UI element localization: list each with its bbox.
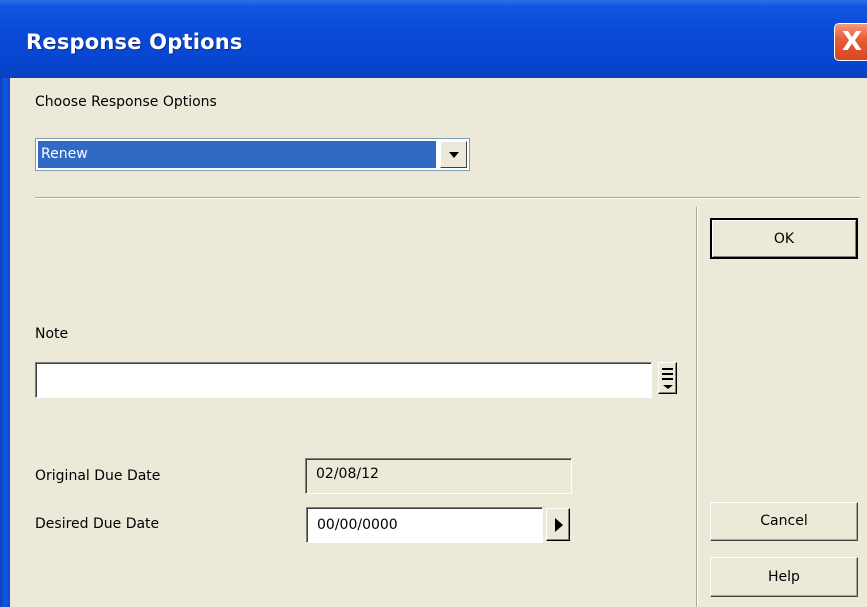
divider-vertical-highlight [697,207,698,607]
close-icon: X [842,27,863,57]
note-label: Note [35,326,69,342]
original-due-date-label: Original Due Date [35,468,161,484]
response-options-selected: Renew [38,141,436,168]
note-list-icon-line [662,373,673,375]
ok-button[interactable]: OK [710,218,858,259]
close-button[interactable]: X [834,23,867,61]
title-bar: Response Options X [0,0,867,78]
note-list-icon-arrow [663,385,673,389]
response-options-label: Choose Response Options [35,94,217,110]
note-list-icon-line [662,368,673,370]
original-due-date-field: 02/08/12 [305,458,572,494]
note-list-icon-line [662,378,673,380]
desired-due-date-label: Desired Due Date [35,516,160,532]
desired-due-date-input[interactable]: 00/00/0000 [306,507,543,543]
divider-horizontal-highlight [35,198,860,199]
note-input[interactable] [35,362,652,398]
note-list-icon[interactable] [658,362,677,394]
cancel-button[interactable]: Cancel [710,502,858,541]
dropdown-arrow-icon[interactable] [440,141,467,168]
help-button[interactable]: Help [710,557,858,597]
response-options-select[interactable]: Renew [35,138,470,171]
window-title: Response Options [26,30,243,54]
date-arrow-icon[interactable] [546,508,570,541]
window-frame-left [0,78,10,607]
